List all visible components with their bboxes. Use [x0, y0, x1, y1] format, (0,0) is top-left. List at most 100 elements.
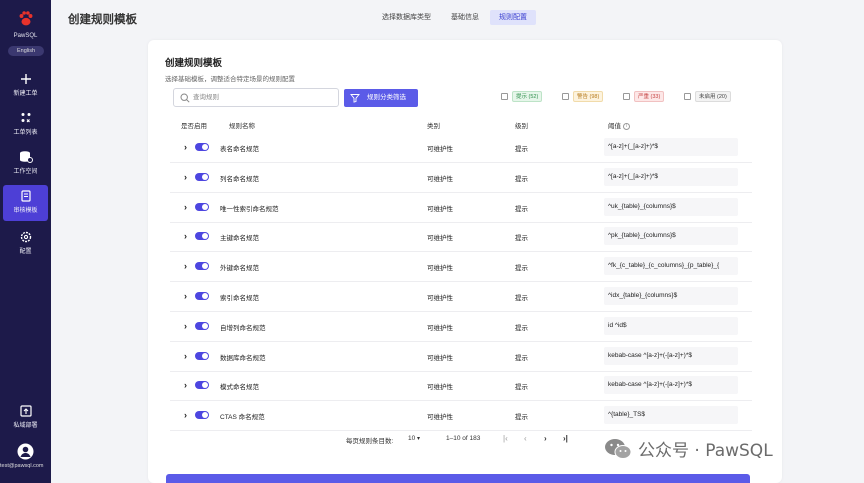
enable-toggle[interactable]	[195, 411, 209, 420]
enable-toggle[interactable]	[195, 292, 209, 300]
col-enabled: 是否启用	[181, 123, 207, 130]
rows-per-page-select[interactable]: 10 ▾	[408, 435, 420, 442]
rule-category: 可维护性	[427, 324, 453, 332]
app-name: PawSQL	[13, 33, 38, 39]
nav-label: 私域部署	[13, 423, 38, 429]
col-level: 级别	[515, 123, 528, 130]
enable-toggle[interactable]	[195, 202, 209, 211]
threshold-input[interactable]: ^pk_{table}_{columns}$	[604, 227, 738, 246]
next-step-button[interactable]	[166, 474, 750, 483]
rule-category: 可维护性	[427, 414, 453, 422]
table-row: › 自增列命名规范 可维护性 提示 id ^id$	[170, 312, 752, 342]
database-icon	[19, 151, 33, 163]
table-row: › CTAS 命名规范 可维护性 提示 ^{table}_TS$	[170, 401, 752, 432]
threshold-input[interactable]: id ^id$	[604, 316, 738, 335]
next-page-icon[interactable]: ›	[544, 434, 547, 443]
enable-toggle[interactable]	[195, 381, 209, 390]
expand-chevron-icon[interactable]: ›	[184, 172, 192, 182]
rule-level: 提示	[515, 295, 528, 302]
filter-button-label: 规则分类筛选	[367, 94, 406, 101]
threshold-input[interactable]: ^uk_{table}_{columns}$	[604, 197, 738, 216]
page-title: 创建规则模板	[68, 14, 137, 26]
threshold-input[interactable]: ^[a-z]+(_[a-z]+)*$	[604, 138, 738, 156]
search-input[interactable]	[193, 91, 333, 104]
step-basic-info[interactable]: 基础信息	[442, 10, 488, 25]
col-category: 类别	[427, 123, 440, 130]
list-icon	[21, 113, 30, 123]
rule-name: CTAS 命名规范	[220, 414, 265, 422]
expand-chevron-icon[interactable]: ›	[184, 231, 192, 241]
rule-category: 可维护性	[427, 175, 453, 183]
rows-per-page-label: 每页规则条目数:	[346, 438, 394, 445]
enable-toggle[interactable]	[195, 351, 209, 360]
enable-toggle[interactable]	[195, 143, 209, 151]
rule-name: 索引命名规范	[220, 295, 259, 302]
info-icon[interactable]: i	[623, 122, 630, 130]
threshold-input[interactable]: ^idx_{table}_{columns}$	[604, 287, 738, 305]
paw-logo-icon	[19, 11, 32, 26]
nav-settings[interactable]: 配置	[3, 226, 48, 262]
expand-chevron-icon[interactable]: ›	[184, 321, 192, 331]
rule-level: 提示	[515, 146, 528, 153]
nav-new-ticket[interactable]: 新建工单	[3, 68, 48, 104]
rule-config-card: 创建规则模板 选择基础模板，调整适合特定场景的规则配置 规则分类筛选 提示 (5…	[148, 40, 782, 483]
rule-category-filter-button[interactable]: 规则分类筛选	[344, 89, 418, 107]
last-page-icon[interactable]: ›|	[563, 434, 568, 443]
language-toggle[interactable]: English	[8, 46, 44, 56]
filter-severe-checkbox[interactable]	[623, 93, 630, 100]
expand-chevron-icon[interactable]: ›	[184, 202, 192, 212]
nav-private-deploy[interactable]: 私域部署	[3, 400, 48, 436]
sidebar: PawSQL English 新建工单 工单列表 工作空间 审核模板 配置 私域…	[0, 0, 51, 483]
table-row: › 表名命名规范 可维护性 提示 ^[a-z]+(_[a-z]+)*$	[170, 133, 752, 163]
threshold-input[interactable]: kebab-case ^[a-z]+(-[a-z]+)*$	[604, 376, 738, 395]
table-row: › 索引命名规范 可维护性 提示 ^idx_{table}_{columns}$	[170, 282, 752, 312]
enable-toggle[interactable]	[195, 232, 209, 241]
template-icon	[20, 190, 31, 202]
nav-workspace[interactable]: 工作空间	[3, 146, 48, 182]
badge-disabled: 未启用 (20)	[695, 91, 731, 102]
prev-page-icon[interactable]: ‹	[524, 434, 527, 443]
rule-category: 可维护性	[427, 384, 453, 392]
rule-level: 提示	[515, 235, 528, 243]
badge-warning: 警告 (98)	[573, 91, 604, 102]
chevron-down-icon: ▾	[417, 436, 421, 442]
rule-category: 可维护性	[427, 354, 453, 362]
app-logo[interactable]: PawSQL	[0, 10, 51, 39]
expand-chevron-icon[interactable]: ›	[184, 291, 192, 301]
rule-name: 主键命名规范	[220, 235, 259, 243]
expand-chevron-icon[interactable]: ›	[184, 351, 192, 361]
table-header: 是否启用 规则名称 类别 级别 阈值 i	[148, 118, 782, 134]
filter-disabled-checkbox[interactable]	[684, 93, 691, 100]
expand-chevron-icon[interactable]: ›	[184, 410, 192, 420]
expand-chevron-icon[interactable]: ›	[184, 142, 192, 152]
nav-ticket-list[interactable]: 工单列表	[3, 107, 48, 143]
col-threshold-label: 阈值	[608, 123, 621, 130]
first-page-icon[interactable]: |‹	[503, 434, 508, 443]
threshold-input[interactable]: kebab-case ^[a-z]+(-[a-z]+)*$	[604, 346, 738, 365]
rule-name: 列名命名规范	[220, 175, 259, 183]
enable-toggle[interactable]	[195, 321, 209, 330]
step-select-db[interactable]: 选择数据库类型	[373, 10, 440, 25]
rule-name: 外键命名规范	[220, 265, 259, 273]
expand-chevron-icon[interactable]: ›	[184, 380, 192, 390]
rule-name: 模式命名规范	[220, 384, 259, 392]
rule-category: 可维护性	[427, 265, 453, 273]
nav-label: 审核模板	[13, 208, 38, 214]
threshold-input[interactable]: ^fk_{c_table}_{c_columns}_{p_table}_{	[604, 257, 738, 276]
rule-level: 提示	[515, 324, 528, 332]
expand-chevron-icon[interactable]: ›	[184, 261, 192, 271]
enable-toggle[interactable]	[195, 172, 209, 181]
nav-review-template[interactable]: 审核模板	[3, 185, 48, 221]
threshold-input[interactable]: ^[a-z]+(_[a-z]+)*$	[604, 167, 738, 186]
rule-level: 提示	[515, 384, 528, 392]
threshold-input[interactable]: ^{table}_TS$	[604, 406, 738, 425]
rule-name: 唯一性索引命名规范	[220, 205, 279, 213]
filter-hint-checkbox[interactable]	[501, 93, 508, 100]
rule-level: 提示	[515, 175, 528, 183]
avatar-icon[interactable]	[17, 443, 34, 460]
table-row: › 外键命名规范 可维护性 提示 ^fk_{c_table}_{c_columns}_{…	[170, 252, 752, 283]
filter-warning-checkbox[interactable]	[562, 93, 569, 100]
rule-name: 表名命名规范	[220, 146, 259, 153]
step-rule-config[interactable]: 规则配置	[490, 10, 536, 25]
enable-toggle[interactable]	[195, 262, 209, 271]
